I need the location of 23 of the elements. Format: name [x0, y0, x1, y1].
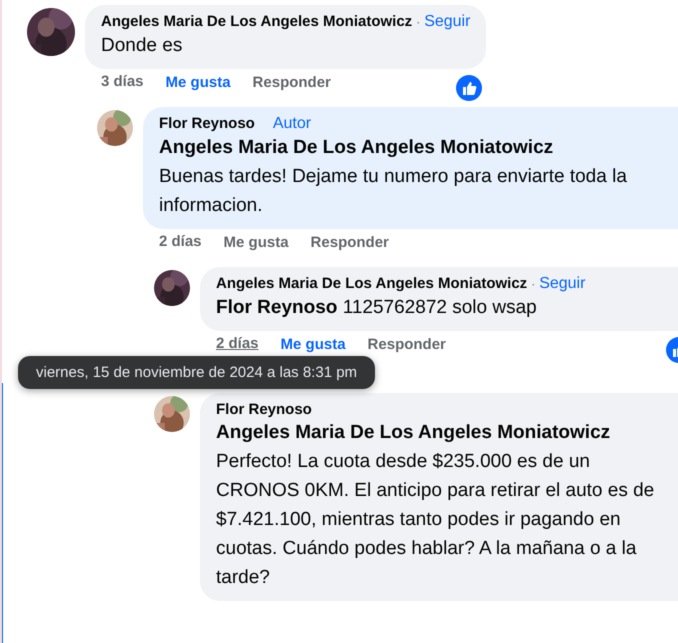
- comment-text: Flor Reynoso 1125762872 solo wsap: [216, 296, 538, 320]
- author-name: Flor Reynoso: [159, 115, 255, 132]
- timestamp-link[interactable]: 2 días: [159, 233, 202, 250]
- reply-link[interactable]: Responder: [252, 74, 331, 90]
- reply-link[interactable]: Responder: [310, 234, 389, 250]
- timestamp-link[interactable]: 3 días: [101, 73, 144, 90]
- comment-text: Angeles Maria De Los Angeles Moniatowicz Perfecto! La cuota desde $235.000 es de un CRONOS 0KM. El anticipo para retirar el auto es de $7.421.100, mientras tanto podes ir pagando en cuotas. Cuándo podes hablar? A la mañana o a la tarde?: [216, 421, 656, 590]
- author-name: Angeles Maria De Los Angeles Moniatowicz: [216, 275, 528, 292]
- like-link[interactable]: Me gusta: [280, 336, 346, 352]
- like-link[interactable]: Me gusta: [224, 234, 289, 250]
- author-label: Autor: [272, 115, 312, 133]
- follow-link[interactable]: Seguir: [424, 13, 470, 31]
- comment-text: Donde es: [101, 34, 184, 58]
- separator-dot: ·: [531, 277, 536, 291]
- separator-dot: ·: [416, 15, 420, 29]
- reply-link[interactable]: Responder: [368, 336, 446, 352]
- date-tooltip: viernes, 15 de noviembre de 2024 a las 8:31 pm: [18, 356, 376, 389]
- timestamp-link[interactable]: 2 días: [216, 335, 259, 352]
- like-link[interactable]: Me gusta: [166, 74, 231, 90]
- comment-text: Angeles Maria De Los Angeles Moniatowicz Buenas tardes! Dejame tu numero para enviarte toda la informacion.: [159, 136, 628, 218]
- author-name: Flor Reynoso: [216, 401, 312, 418]
- follow-link[interactable]: Seguir: [539, 275, 586, 293]
- author-name: Angeles Maria De Los Angeles Moniatowicz: [101, 13, 412, 30]
